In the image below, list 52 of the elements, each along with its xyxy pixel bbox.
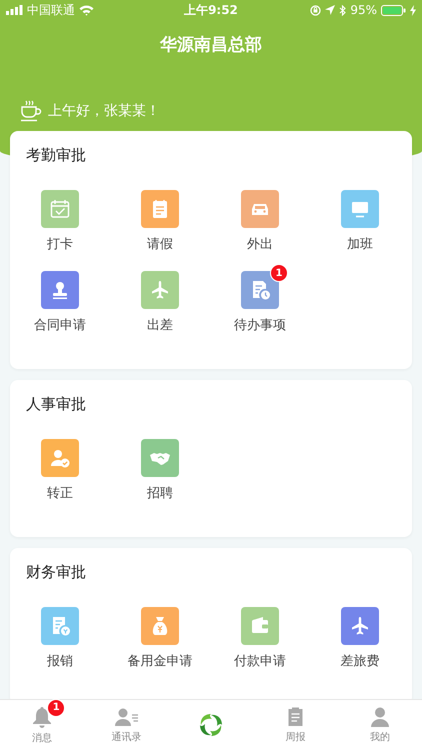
app-label: 合同申请 <box>34 317 86 334</box>
app-tile-icon[interactable] <box>141 271 179 309</box>
app-tile-icon[interactable] <box>241 607 279 645</box>
app-tile-icon[interactable] <box>41 190 79 228</box>
app-label: 招聘 <box>147 485 173 502</box>
rotation-lock-icon <box>310 4 322 16</box>
app-label: 报销 <box>47 653 73 670</box>
status-time: 上午9:52 <box>184 2 238 18</box>
app-tile-icon[interactable] <box>341 607 379 645</box>
bluetooth-icon <box>339 4 346 16</box>
section-title: 人事审批 <box>25 394 87 414</box>
carrier-name: 中国联通 <box>27 2 75 18</box>
app-label: 差旅费 <box>340 653 380 670</box>
location-icon <box>325 5 336 15</box>
greeting-text: 上午好，张某某！ <box>48 102 160 120</box>
app-label: 打卡 <box>47 236 73 253</box>
section-title: 考勤审批 <box>25 145 87 165</box>
battery-icon <box>380 4 406 16</box>
page-title: 华源南昌总部 <box>160 34 262 56</box>
tab-label[interactable]: 通讯录 <box>112 730 142 744</box>
app-label: 外出 <box>247 236 273 253</box>
wifi-icon <box>79 4 94 16</box>
contacts-icon[interactable] <box>114 706 139 726</box>
notification-badge: 1 <box>270 264 288 282</box>
notification-badge: 1 <box>47 698 66 716</box>
bell-icon[interactable] <box>32 706 52 728</box>
clipboard-icon[interactable] <box>286 706 304 727</box>
signal-icon <box>6 5 23 15</box>
tab-label[interactable]: 周报 <box>285 730 306 744</box>
app-label: 备用金申请 <box>128 653 192 670</box>
app-label: 待办事项 <box>234 317 286 334</box>
tab-label[interactable]: 我的 <box>370 730 390 744</box>
app-tile-icon[interactable] <box>141 190 179 228</box>
app-tile-icon[interactable] <box>41 271 79 309</box>
app-tile-icon[interactable] <box>41 607 79 645</box>
app-logo-icon[interactable] <box>198 712 224 738</box>
app-label: 转正 <box>47 485 73 502</box>
person-icon[interactable] <box>370 706 389 726</box>
app-label: 请假 <box>147 236 173 253</box>
tab-label[interactable]: 消息 <box>32 730 52 744</box>
app-tile-icon[interactable] <box>241 190 279 228</box>
app-tile-icon[interactable] <box>141 439 179 477</box>
app-label: 出差 <box>147 317 173 334</box>
coffee-cup-icon <box>20 100 42 122</box>
app-label: 加班 <box>347 236 373 253</box>
charging-icon <box>410 4 416 16</box>
app-tile-icon[interactable] <box>341 190 379 228</box>
app-tile-icon[interactable] <box>41 439 79 477</box>
app-tile-icon[interactable] <box>141 607 179 645</box>
battery-percent: 95% <box>350 3 377 17</box>
section-title: 财务审批 <box>25 562 87 582</box>
app-label: 付款申请 <box>234 653 286 670</box>
